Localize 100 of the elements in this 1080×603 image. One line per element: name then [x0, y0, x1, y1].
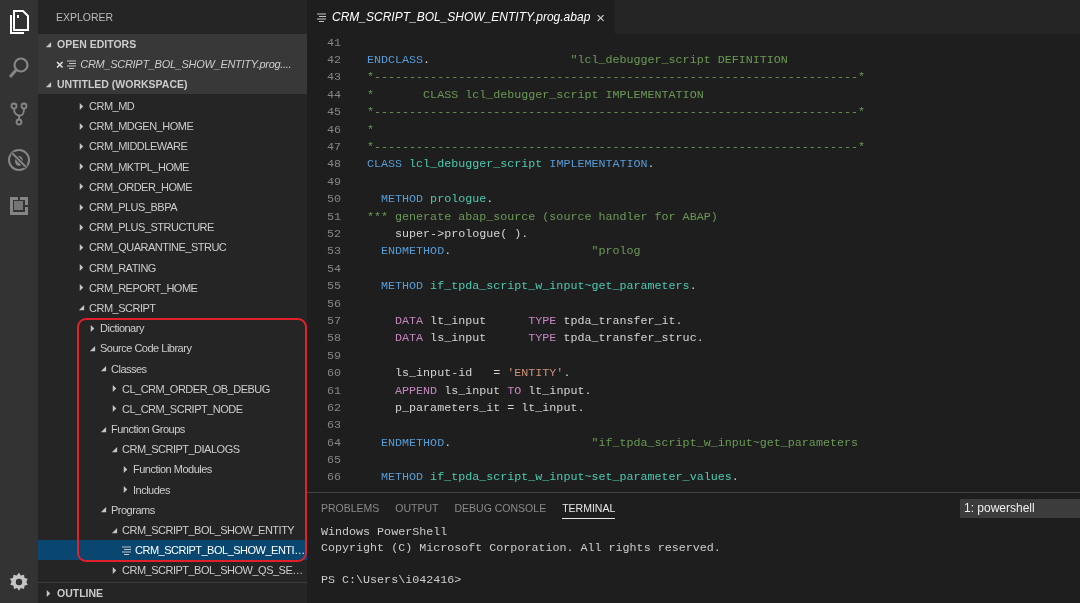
collapsed-arrow-icon[interactable] — [111, 385, 118, 393]
code-line: super->prologue( ). — [394, 227, 529, 241]
collapsed-arrow-icon[interactable] — [78, 142, 85, 150]
line-number: 64 — [325, 435, 341, 450]
tree-item[interactable]: CRM_SCRIPT_DIALOGS — [38, 439, 244, 460]
tree-item[interactable]: Dictionary — [38, 318, 148, 339]
terminal-line: Windows PowerShell — [321, 525, 448, 539]
collapsed-arrow-icon[interactable] — [111, 566, 118, 574]
expanded-arrow-icon[interactable] — [100, 365, 107, 373]
code-line: METHOD if_tpda_script_w_input~set_parameter_values. — [380, 470, 739, 485]
line-number: 53 — [325, 244, 341, 259]
tree-item[interactable]: CL_CRM_ORDER_OB_DEBUG — [38, 378, 274, 399]
tree-item[interactable]: CRM_REPORT_HOME — [38, 277, 202, 298]
expanded-arrow-icon[interactable] — [111, 445, 118, 453]
panel-tab[interactable]: DEBUG CONSOLE — [454, 498, 547, 518]
expanded-arrow-icon[interactable] — [45, 40, 52, 48]
collapsed-arrow-icon[interactable] — [122, 465, 129, 473]
code-line: p_parameters_it = lt_input. — [394, 400, 585, 415]
expanded-arrow-icon[interactable] — [100, 506, 107, 514]
code-line: *---------------------------------------------------------------------* — [367, 70, 865, 85]
tree-item[interactable]: CRM_SCRIPT — [38, 297, 160, 319]
line-number: 44 — [325, 87, 341, 102]
tree-item[interactable]: CRM_RATING — [38, 257, 160, 278]
file-lines-icon — [317, 12, 326, 22]
collapsed-arrow-icon[interactable] — [78, 264, 85, 272]
collapsed-arrow-icon[interactable] — [78, 122, 85, 130]
panel-tab[interactable]: TERMINAL — [562, 497, 616, 519]
collapsed-arrow-icon[interactable] — [78, 102, 85, 110]
panel-tab[interactable]: OUTPUT — [395, 498, 439, 518]
code-line: CLASS lcl_debugger_script IMPLEMENTATION. — [367, 157, 655, 172]
code-line: ENDCLASS. "lcl_debugger_script DEFINITION — [367, 53, 788, 68]
collapsed-arrow-icon[interactable] — [122, 486, 129, 494]
expanded-arrow-icon[interactable] — [89, 344, 96, 352]
code-line: ENDMETHOD. "prolog — [380, 244, 641, 259]
section-title[interactable]: OPEN EDITORS — [57, 38, 137, 50]
tree-item[interactable]: CL_CRM_SCRIPT_NODE — [38, 398, 247, 419]
line-number: 45 — [325, 105, 341, 120]
tree-item[interactable]: CRM_MDGEN_HOME — [38, 116, 198, 137]
line-number: 63 — [325, 418, 341, 433]
settings-icon[interactable] — [8, 571, 30, 593]
code-line: DATA ls_input TYPE tpda_transfer_struc. — [394, 331, 704, 346]
line-number: 43 — [325, 70, 341, 85]
line-number: 41 — [325, 35, 341, 50]
panel-tab[interactable]: PROBLEMS — [321, 498, 380, 518]
tree-item[interactable]: Classes — [38, 358, 151, 379]
sidebar-title: EXPLORER — [56, 11, 114, 23]
tree-item[interactable]: Function Groups — [38, 419, 189, 440]
tree-item[interactable]: CRM_ORDER_HOME — [38, 176, 196, 197]
editor-tab[interactable]: CRM_SCRIPT_BOL_SHOW_ENTITY.prog.abap × — [307, 0, 616, 34]
tree-item[interactable]: CRM_PLUS_STRUCTURE — [38, 217, 218, 238]
collapsed-arrow-icon[interactable] — [45, 589, 52, 597]
tree-item[interactable]: CRM_QUARANTINE_STRUC — [38, 237, 231, 258]
collapsed-arrow-icon[interactable] — [89, 324, 96, 332]
collapsed-arrow-icon[interactable] — [78, 183, 85, 191]
tree-item[interactable]: Source Code Library — [38, 338, 196, 359]
tree-item[interactable]: Programs — [38, 499, 159, 520]
tree-item[interactable]: Includes — [38, 479, 174, 500]
line-number: 62 — [325, 400, 341, 415]
open-editor-item[interactable]: × CRM_SCRIPT_BOL_SHOW_ENTITY.prog.... — [38, 54, 307, 74]
line-number: 61 — [325, 383, 341, 398]
collapsed-arrow-icon[interactable] — [78, 284, 85, 292]
line-number: 42 — [325, 53, 341, 68]
code-line: METHOD prologue. — [380, 192, 494, 207]
code-line: ls_input-id = 'ENTITY'. — [394, 366, 571, 381]
tree-item[interactable]: Function Modules — [38, 459, 216, 480]
section-title[interactable]: OUTLINE — [57, 587, 104, 599]
line-number: 52 — [325, 227, 341, 241]
tree-item[interactable]: CRM_MIDDLEWARE — [38, 136, 192, 157]
code-line: * — [367, 122, 374, 137]
tree-item[interactable]: CRM_PLUS_BBPA — [38, 196, 182, 218]
line-number: 51 — [325, 209, 341, 224]
code-line: DATA lt_input TYPE tpda_transfer_it. — [394, 313, 683, 328]
collapsed-arrow-icon[interactable] — [78, 243, 85, 251]
tree-item[interactable]: CRM_MKTPL_HOME — [38, 156, 193, 177]
close-icon[interactable]: × — [56, 56, 64, 72]
tree-item[interactable]: CRM_MD — [38, 96, 139, 117]
file-lines-icon — [67, 59, 77, 69]
collapsed-arrow-icon[interactable] — [78, 203, 85, 211]
line-number: 56 — [325, 296, 341, 311]
tree-item[interactable]: CRM_SCRIPT_BOL_SHOW_QS_SE… — [38, 560, 307, 581]
code-line: *---------------------------------------------------------------------* — [367, 140, 865, 155]
code-line: APPEND ls_input TO lt_input. — [394, 383, 592, 398]
expanded-arrow-icon[interactable] — [111, 526, 118, 534]
collapsed-arrow-icon[interactable] — [78, 223, 85, 231]
line-number: 60 — [325, 366, 341, 381]
terminal-dropdown[interactable]: 1: powershell — [960, 498, 1080, 518]
tree-item[interactable]: CRM_SCRIPT_BOL_SHOW_ENTITY — [38, 519, 299, 541]
code-line: ENDMETHOD. "if_tpda_script_w_input~get_parameters — [380, 435, 858, 450]
line-number: 47 — [325, 140, 341, 155]
debug-icon[interactable] — [5, 146, 33, 174]
code-line: METHOD if_tpda_script_w_input~get_parameters. — [380, 279, 697, 294]
file-lines-icon — [122, 545, 131, 555]
code-line: *** generate abap_source (source handler for ABAP) — [367, 209, 718, 224]
collapsed-arrow-icon[interactable] — [111, 405, 118, 413]
expanded-arrow-icon[interactable] — [45, 80, 52, 88]
expanded-arrow-icon[interactable] — [100, 425, 107, 433]
close-icon[interactable]: × — [596, 8, 606, 26]
tree-item[interactable]: CRM_SCRIPT_BOL_SHOW_ENTI… — [38, 540, 307, 561]
expanded-arrow-icon[interactable] — [78, 304, 85, 312]
collapsed-arrow-icon[interactable] — [78, 163, 85, 171]
